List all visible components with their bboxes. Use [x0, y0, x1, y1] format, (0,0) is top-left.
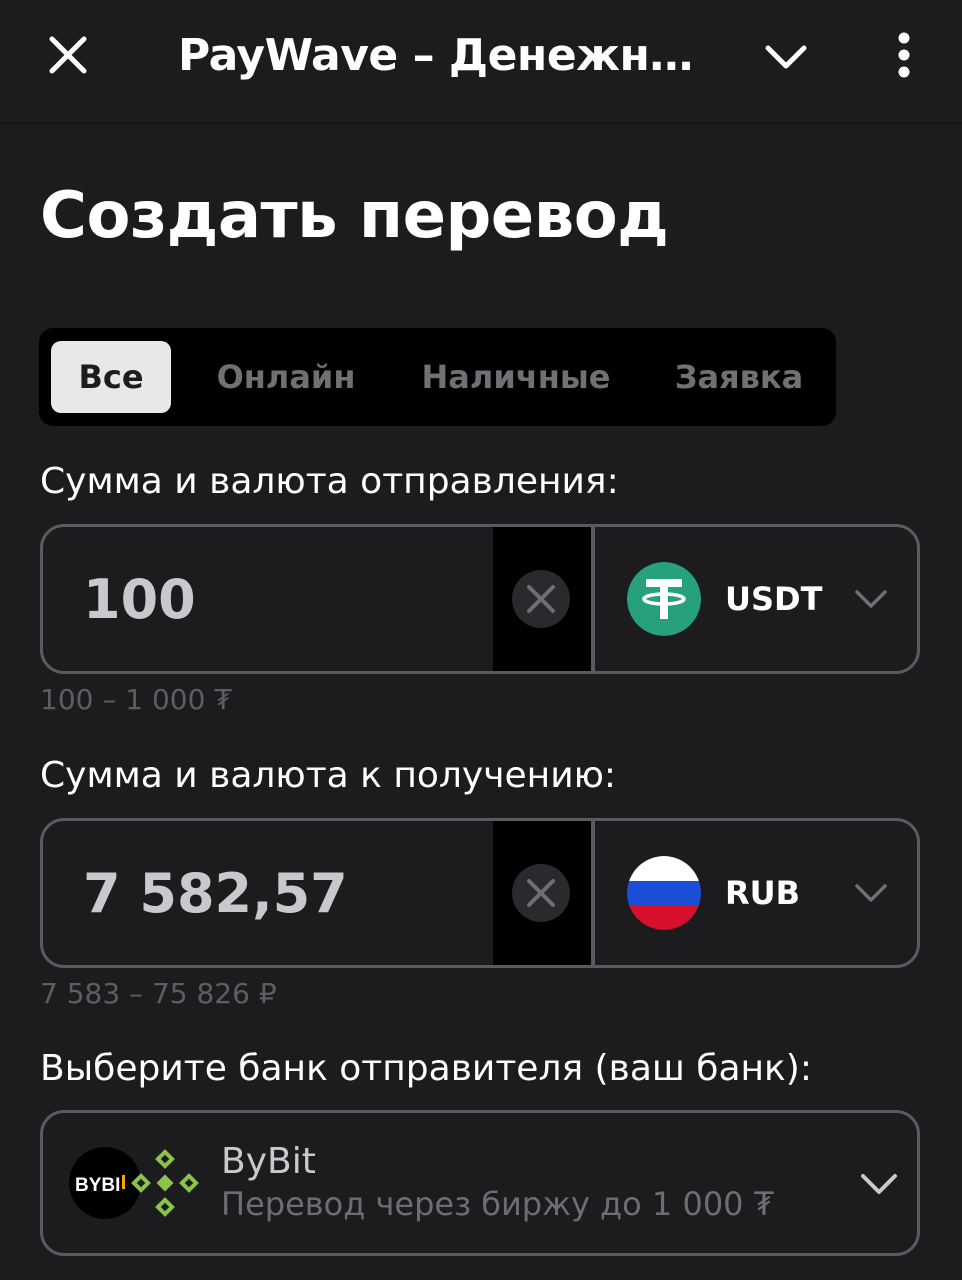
- tab-online[interactable]: Онлайн: [199, 341, 373, 413]
- close-button[interactable]: [40, 27, 96, 83]
- receive-label: Сумма и валюта к получению:: [40, 755, 617, 796]
- tab-request[interactable]: Заявка: [657, 341, 821, 413]
- send-range-hint: 100 – 1 000 ₮: [40, 683, 233, 716]
- tether-icon: [627, 562, 701, 636]
- page-title: Создать перевод: [40, 179, 669, 253]
- bank-description: Перевод через биржу до 1 000 ₮: [221, 1185, 775, 1223]
- receive-amount-input[interactable]: [43, 821, 493, 965]
- window-title: PayWave – Денежн…: [178, 30, 693, 81]
- chevron-down-icon: [855, 884, 887, 902]
- send-clear-button[interactable]: [512, 570, 570, 628]
- receive-range-hint: 7 583 – 75 826 ₽: [40, 977, 277, 1010]
- clear-icon: [527, 585, 555, 613]
- bank-name: ByBit: [221, 1141, 316, 1182]
- send-amount-box: USDT: [40, 524, 920, 674]
- receive-amount-box: RUB: [40, 818, 920, 968]
- send-currency-select[interactable]: USDT: [595, 527, 917, 671]
- tab-cash[interactable]: Наличные: [407, 341, 625, 413]
- bank-select[interactable]: BYBI ByBit Перевод через биржу до 1 000 …: [40, 1110, 920, 1256]
- close-icon: [49, 36, 87, 74]
- receive-clear-zone: [493, 821, 591, 965]
- bank-label: Выберите банк отправителя (ваш банк):: [40, 1048, 812, 1089]
- more-vertical-icon: [898, 32, 910, 78]
- receive-clear-button[interactable]: [512, 864, 570, 922]
- chevron-down-icon: [855, 590, 887, 608]
- svg-text:BYBI: BYBI: [75, 1175, 120, 1196]
- transfer-type-tabs: Все Онлайн Наличные Заявка: [39, 328, 836, 426]
- receive-currency-code: RUB: [725, 874, 801, 912]
- russia-flag-icon: [627, 856, 701, 930]
- bybit-binance-logo-icon: BYBI: [69, 1147, 199, 1219]
- more-options-button[interactable]: [880, 28, 928, 84]
- send-currency-code: USDT: [725, 580, 823, 618]
- clear-icon: [527, 879, 555, 907]
- top-bar: PayWave – Денежн…: [0, 0, 962, 124]
- collapse-button[interactable]: [758, 30, 814, 86]
- tab-all[interactable]: Все: [51, 341, 171, 413]
- chevron-down-icon: [861, 1174, 897, 1194]
- receive-currency-select[interactable]: RUB: [595, 821, 917, 965]
- send-label: Сумма и валюта отправления:: [40, 461, 619, 502]
- chevron-down-icon: [765, 45, 807, 69]
- send-clear-zone: [493, 527, 591, 671]
- send-amount-input[interactable]: [43, 527, 493, 671]
